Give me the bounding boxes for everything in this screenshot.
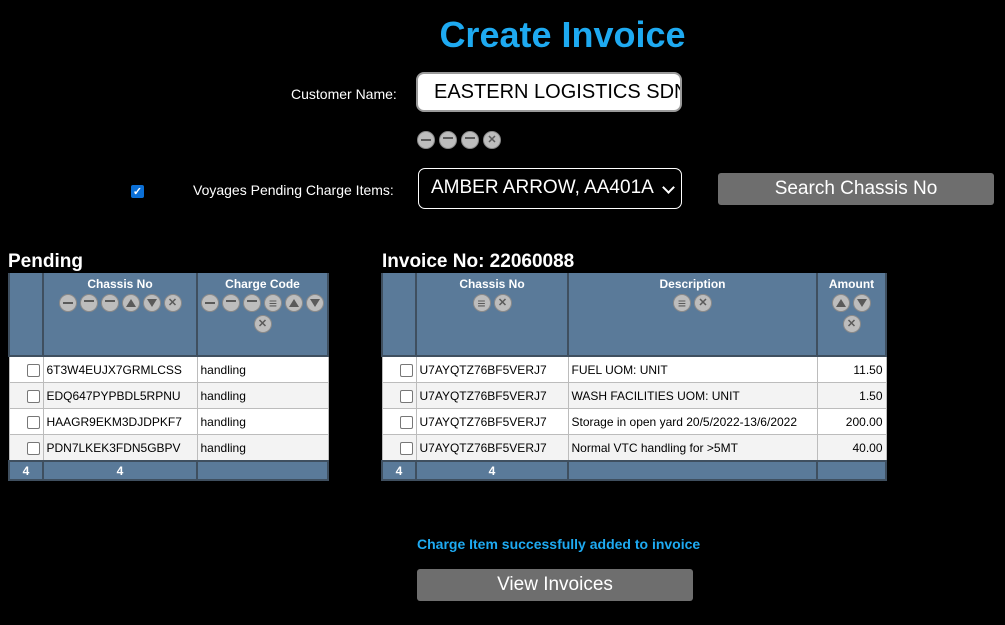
close-icon[interactable] — [483, 131, 501, 149]
status-message: Charge Item successfully added to invoic… — [417, 536, 701, 552]
column-header-charge-code-label: Charge Code — [225, 277, 300, 291]
footer-count: 4 — [8, 460, 44, 481]
pending-grid: Chassis No Charge Code — [8, 273, 329, 481]
invoice-grid: Chassis No Description Amount — [381, 273, 887, 481]
chassis-cell: PDN7LKEK3FDN5GBPV — [42, 434, 198, 462]
charge-code-cell: handling — [196, 355, 329, 383]
column-header-description[interactable]: Description — [567, 273, 818, 357]
chassis-cell: EDQ647PYPBDL5RPNU — [42, 382, 198, 409]
footer-chassis-count: 4 — [415, 460, 569, 481]
sort-descending-icon[interactable] — [306, 294, 324, 312]
charge-code-cell: handling — [196, 408, 329, 435]
chassis-cell: U7AYQTZ76BF5VERJ7 — [415, 355, 569, 383]
column-header-amount[interactable]: Amount — [816, 273, 887, 357]
voyages-checkbox[interactable] — [131, 185, 144, 198]
voyages-select[interactable]: AMBER ARROW, AA401A — [418, 168, 682, 209]
search-chassis-button[interactable]: Search Chassis No — [718, 173, 994, 205]
footer-count: 4 — [381, 460, 417, 481]
column-header-chassis[interactable]: Chassis No — [415, 273, 569, 357]
close-icon[interactable] — [253, 315, 272, 333]
close-icon[interactable] — [493, 294, 512, 312]
sort-ascending-icon[interactable] — [121, 294, 140, 312]
column-header-amount-label: Amount — [828, 277, 875, 291]
table-row[interactable]: EDQ647PYPBDL5RPNU handling — [8, 382, 329, 409]
filter-icon[interactable] — [472, 294, 491, 312]
minus-icon[interactable] — [461, 131, 479, 149]
row-checkbox[interactable] — [399, 389, 413, 403]
description-cell: Storage in open yard 20/5/2022-13/6/2022 — [567, 408, 818, 435]
customer-filter-icons — [417, 131, 501, 149]
row-checkbox[interactable] — [26, 363, 40, 377]
chassis-cell: U7AYQTZ76BF5VERJ7 — [415, 382, 569, 409]
chassis-cell: U7AYQTZ76BF5VERJ7 — [415, 434, 569, 462]
filter-icon[interactable] — [264, 294, 282, 312]
sort-descending-icon[interactable] — [142, 294, 161, 312]
view-invoices-button[interactable]: View Invoices — [417, 569, 693, 601]
column-header-chassis-label: Chassis No — [459, 277, 525, 291]
description-cell: Normal VTC handling for >5MT — [567, 434, 818, 462]
row-checkbox[interactable] — [26, 389, 40, 403]
sort-descending-icon[interactable] — [853, 294, 871, 312]
minus-icon[interactable] — [439, 131, 457, 149]
minus-icon[interactable] — [417, 131, 435, 149]
chassis-cell: HAAGR9EKM3DJDPKF7 — [42, 408, 198, 435]
table-row[interactable]: 6T3W4EUJX7GRMLCSS handling — [8, 355, 329, 383]
minus-icon[interactable] — [222, 294, 240, 312]
page-title: Create Invoice — [439, 14, 686, 55]
row-checkbox[interactable] — [399, 441, 413, 455]
description-cell: FUEL UOM: UNIT — [567, 355, 818, 383]
filter-icon[interactable] — [673, 294, 691, 312]
column-header-charge-code[interactable]: Charge Code — [196, 273, 329, 357]
amount-cell: 200.00 — [816, 408, 887, 435]
description-cell: WASH FACILITIES UOM: UNIT — [567, 382, 818, 409]
table-row[interactable]: PDN7LKEK3FDN5GBPV handling — [8, 434, 329, 462]
footer-empty — [567, 460, 818, 481]
row-checkbox[interactable] — [399, 415, 413, 429]
voyages-label: Voyages Pending Charge Items: — [193, 182, 394, 198]
minus-icon[interactable] — [243, 294, 261, 312]
column-header-chassis[interactable]: Chassis No — [42, 273, 198, 357]
close-icon[interactable] — [842, 315, 861, 333]
column-header-description-label: Description — [659, 277, 726, 291]
minus-icon[interactable] — [201, 294, 219, 312]
column-header-chassis-label: Chassis No — [87, 277, 153, 291]
charge-code-cell: handling — [196, 382, 329, 409]
pending-title: Pending — [8, 251, 83, 272]
charge-code-cell: handling — [196, 434, 329, 462]
table-footer: 4 4 — [8, 460, 329, 481]
select-column-header — [381, 273, 417, 357]
voyages-selected-value: AMBER ARROW, AA401A — [431, 177, 654, 198]
amount-cell: 1.50 — [816, 382, 887, 409]
customer-name-label: Customer Name: — [291, 86, 397, 102]
table-row[interactable]: HAAGR9EKM3DJDPKF7 handling — [8, 408, 329, 435]
minus-icon[interactable] — [79, 294, 98, 312]
row-checkbox[interactable] — [26, 415, 40, 429]
chassis-cell: U7AYQTZ76BF5VERJ7 — [415, 408, 569, 435]
table-row[interactable]: U7AYQTZ76BF5VERJ7 Storage in open yard 2… — [381, 408, 887, 435]
amount-cell: 11.50 — [816, 355, 887, 383]
customer-name-input[interactable]: EASTERN LOGISTICS SDN BHD — [416, 72, 682, 112]
chevron-down-icon — [662, 181, 675, 194]
row-checkbox[interactable] — [399, 363, 413, 377]
footer-chassis-count: 4 — [42, 460, 198, 481]
sort-ascending-icon[interactable] — [285, 294, 303, 312]
minus-icon[interactable] — [100, 294, 119, 312]
table-row[interactable]: U7AYQTZ76BF5VERJ7 FUEL UOM: UNIT 11.50 — [381, 355, 887, 383]
table-row[interactable]: U7AYQTZ76BF5VERJ7 WASH FACILITIES UOM: U… — [381, 382, 887, 409]
table-footer: 4 4 — [381, 460, 887, 481]
footer-empty — [196, 460, 329, 481]
amount-cell: 40.00 — [816, 434, 887, 462]
invoice-title: Invoice No: 22060088 — [382, 251, 575, 272]
close-icon[interactable] — [694, 294, 712, 312]
table-row[interactable]: U7AYQTZ76BF5VERJ7 Normal VTC handling fo… — [381, 434, 887, 462]
footer-empty — [816, 460, 887, 481]
sort-ascending-icon[interactable] — [832, 294, 850, 312]
close-icon[interactable] — [163, 294, 182, 312]
select-column-header — [8, 273, 44, 357]
minus-icon[interactable] — [58, 294, 77, 312]
row-checkbox[interactable] — [26, 441, 40, 455]
chassis-cell: 6T3W4EUJX7GRMLCSS — [42, 355, 198, 383]
